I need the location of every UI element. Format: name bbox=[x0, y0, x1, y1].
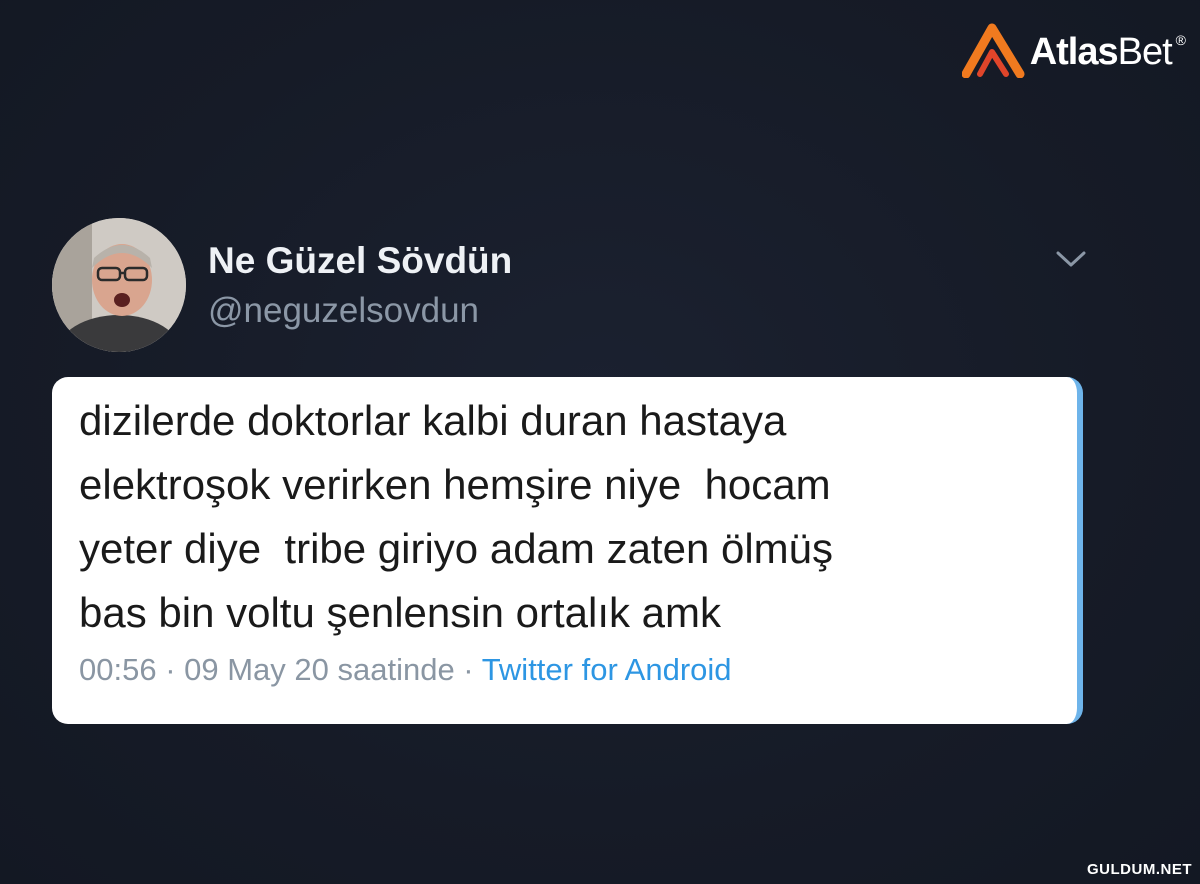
registered-mark: ® bbox=[1175, 32, 1186, 48]
atlasbet-logo-mark bbox=[961, 23, 1025, 78]
tweet-meta: 00:56 · 09 May 20 saatinde · Twitter for… bbox=[79, 652, 732, 688]
atlasbet-logo-text: AtlasBet bbox=[1029, 31, 1173, 73]
site-watermark: GULDUM.NET bbox=[1087, 861, 1192, 878]
tweet-card: dizilerde doktorlar kalbi duran hastaya … bbox=[52, 377, 1083, 724]
user-handle[interactable]: @neguzelsovdun bbox=[208, 291, 479, 331]
meme-image: AtlasBet ® Ne Güzel Sövdün @neguzelsovdu… bbox=[0, 0, 1200, 884]
avatar[interactable] bbox=[52, 218, 186, 352]
chevron-down-icon[interactable] bbox=[1055, 248, 1087, 270]
tweet-text: dizilerde doktorlar kalbi duran hastaya … bbox=[79, 397, 834, 636]
avatar-photo bbox=[52, 218, 186, 352]
brand-name-light: Bet bbox=[1117, 31, 1173, 73]
user-display-name[interactable]: Ne Güzel Sövdün bbox=[208, 240, 512, 282]
atlasbet-logo: AtlasBet ® bbox=[961, 22, 1186, 78]
tweet-timestamp[interactable]: 00:56 · 09 May 20 saatinde · bbox=[79, 652, 482, 687]
brand-name-bold: Atlas bbox=[1029, 31, 1119, 73]
tweet-source-link[interactable]: Twitter for Android bbox=[482, 652, 732, 687]
